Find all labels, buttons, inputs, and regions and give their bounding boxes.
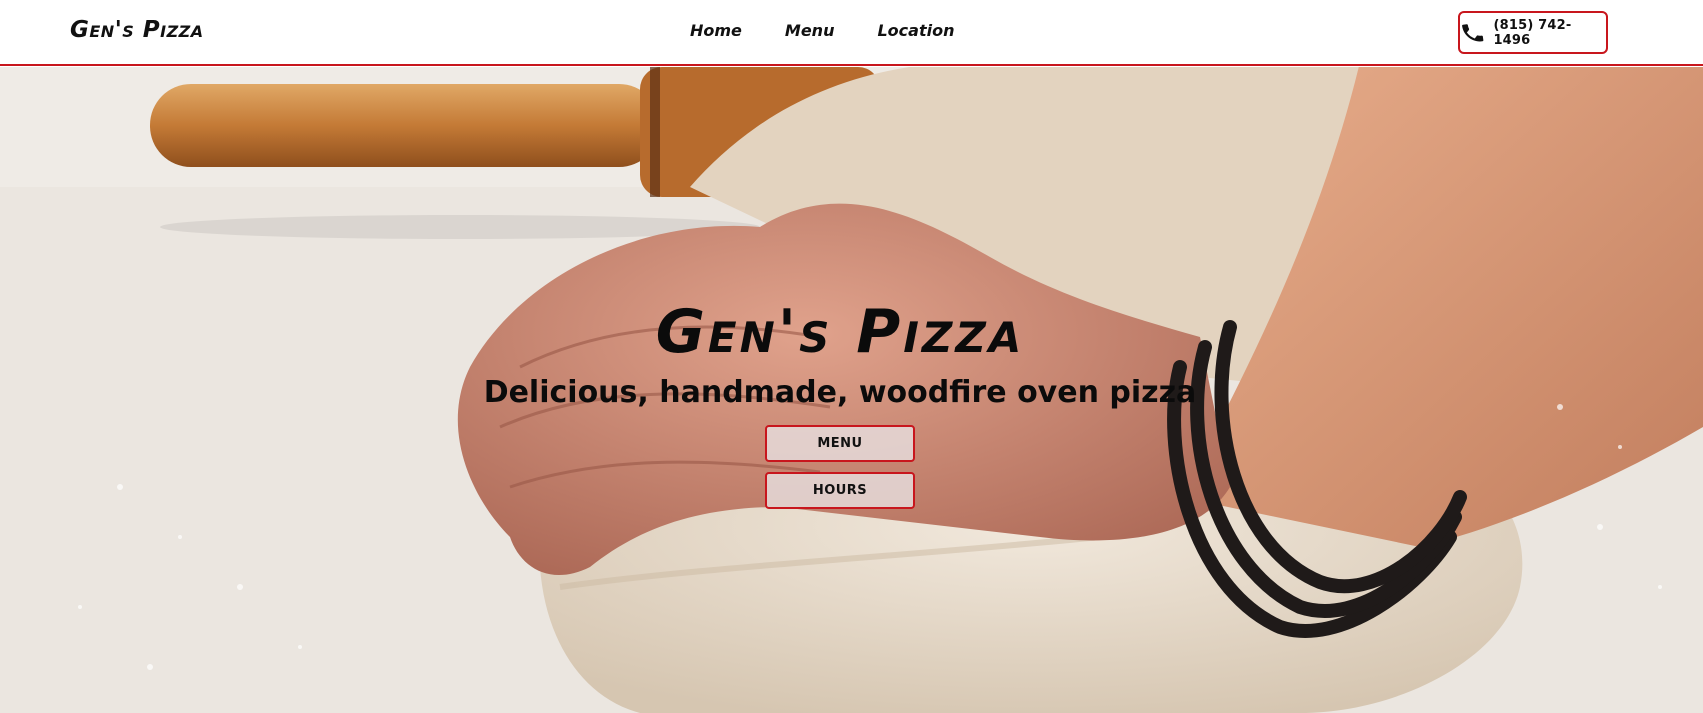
brand-logo-link[interactable]: Gen's Pizza [70,17,204,43]
phone-number: (815) 742-1496 [1493,17,1572,48]
hero-section: Gen's Pizza Delicious, handmade, woodfir… [0,67,1703,713]
nav-link-location[interactable]: Location [877,21,954,40]
navbar: Gen's Pizza Home Menu Location (815) 742… [0,0,1703,66]
nav-link-home[interactable]: Home [690,21,742,40]
hours-button[interactable]: HOURS [765,472,915,509]
menu-button[interactable]: MENU [765,425,915,462]
main-nav: Home Menu Location [690,21,997,40]
nav-link-menu[interactable]: Menu [785,21,835,40]
phone-call-button[interactable]: (815) 742-1496 [1458,11,1608,54]
hero-title: Gen's Pizza [655,297,1025,367]
phone-icon [1462,23,1484,41]
hero-subtitle: Delicious, handmade, woodfire oven pizza [483,375,1197,410]
